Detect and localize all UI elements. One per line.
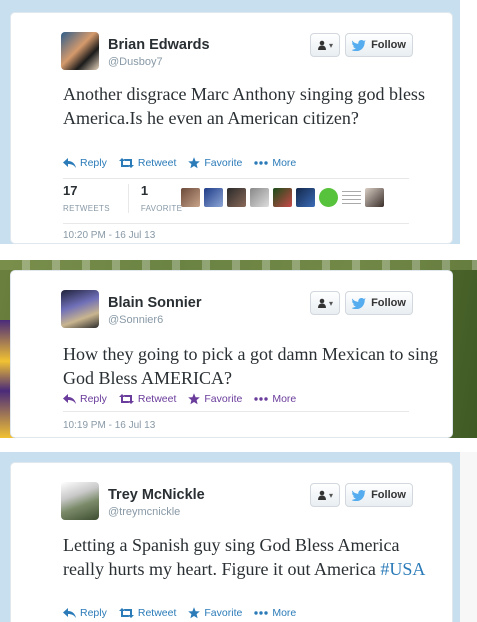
retweeter-avatar[interactable] xyxy=(250,188,269,207)
caret-down-icon: ▾ xyxy=(328,298,333,308)
reply-action[interactable]: Reply xyxy=(63,157,107,169)
retweet-action[interactable]: Retweet xyxy=(118,607,176,619)
user-handle[interactable]: @treymcnickle xyxy=(108,506,180,518)
user-handle[interactable]: @Dusboy7 xyxy=(108,56,163,68)
user-icon xyxy=(317,490,326,500)
retweet-action[interactable]: Retweet xyxy=(118,393,176,405)
user-name[interactable]: Trey McNickle xyxy=(108,487,205,503)
retweet-icon xyxy=(118,394,134,404)
user-icon xyxy=(317,40,326,50)
favorites-count: 1 xyxy=(140,183,149,198)
divider xyxy=(63,411,409,412)
tweet-text: Letting a Spanish guy sing God Bless Ame… xyxy=(63,533,438,581)
user-icon xyxy=(317,298,326,308)
star-icon xyxy=(188,393,201,405)
tweet-card: Blain Sonnier @Sonnier6 ▾ Follow How the… xyxy=(10,270,453,438)
follow-label: Follow xyxy=(371,297,406,309)
reply-arrow-icon xyxy=(63,158,76,168)
retweet-action[interactable]: Retweet xyxy=(118,157,176,169)
reply-arrow-icon xyxy=(63,608,76,618)
favorites-label: FAVORITE xyxy=(140,204,183,213)
star-icon xyxy=(188,607,201,619)
tweet-text-body: Letting a Spanish guy sing God Bless Ame… xyxy=(63,535,400,579)
tweet-card: Trey McNickle @treymcnickle ▾ Follow Let… xyxy=(10,462,453,622)
retweeter-avatar[interactable] xyxy=(273,188,292,207)
retweeter-avatar[interactable] xyxy=(319,188,338,207)
tweet-text: How they going to pick a got damn Mexica… xyxy=(63,344,438,388)
twitter-bird-icon xyxy=(352,297,367,309)
favorite-action[interactable]: Favorite xyxy=(188,157,242,169)
star-icon xyxy=(188,157,201,169)
retweets-count: 17 xyxy=(63,183,78,198)
avatar[interactable] xyxy=(61,32,99,70)
follow-button[interactable]: Follow xyxy=(345,33,413,57)
tweet-timestamp[interactable]: 10:20 PM - 16 Jul 13 xyxy=(63,230,155,241)
caret-down-icon: ▾ xyxy=(328,40,333,50)
retweets-stat[interactable]: 17 RETWEETS xyxy=(63,183,128,214)
divider xyxy=(63,178,409,179)
more-action[interactable]: More xyxy=(254,157,296,169)
user-actions-button[interactable]: ▾ xyxy=(310,33,340,57)
follow-button[interactable]: Follow xyxy=(345,291,413,315)
more-dots-icon xyxy=(254,397,269,401)
divider xyxy=(63,223,409,224)
more-action[interactable]: More xyxy=(254,393,296,405)
user-actions-button[interactable]: ▾ xyxy=(310,291,340,315)
user-name[interactable]: Brian Edwards xyxy=(108,37,210,53)
tweet-stats: 17 RETWEETS 1 FAVORITE xyxy=(63,184,200,213)
user-name[interactable]: Blain Sonnier xyxy=(108,295,201,311)
follow-button[interactable]: Follow xyxy=(345,483,413,507)
retweeter-avatar[interactable] xyxy=(365,188,384,207)
follow-label: Follow xyxy=(371,39,406,51)
hashtag-link[interactable]: #USA xyxy=(380,559,425,579)
tweet-actions: Reply Retweet Favorite More xyxy=(63,607,296,619)
retweet-icon xyxy=(118,608,134,618)
retweeter-avatars xyxy=(181,188,384,207)
retweeter-avatar[interactable] xyxy=(342,188,361,207)
retweet-icon xyxy=(118,158,134,168)
more-action[interactable]: More xyxy=(254,607,296,619)
tweet-card: Brian Edwards @Dusboy7 ▾ Follow Another … xyxy=(10,12,453,244)
tweet-actions: Reply Retweet Favorite More xyxy=(63,157,296,169)
twitter-bird-icon xyxy=(352,489,367,501)
avatar[interactable] xyxy=(61,482,99,520)
twitter-bird-icon xyxy=(352,39,367,51)
tweet-actions: Reply Retweet Favorite More xyxy=(63,393,296,405)
follow-label: Follow xyxy=(371,489,406,501)
retweeter-avatar[interactable] xyxy=(227,188,246,207)
retweeter-avatar[interactable] xyxy=(181,188,200,207)
reply-action[interactable]: Reply xyxy=(63,607,107,619)
reply-action[interactable]: Reply xyxy=(63,393,107,405)
retweeter-avatar[interactable] xyxy=(204,188,223,207)
retweeter-avatar[interactable] xyxy=(296,188,315,207)
user-actions-button[interactable]: ▾ xyxy=(310,483,340,507)
caret-down-icon: ▾ xyxy=(328,490,333,500)
more-dots-icon xyxy=(254,161,269,165)
reply-arrow-icon xyxy=(63,394,76,404)
tweet-text: Another disgrace Marc Anthony singing go… xyxy=(63,84,425,128)
more-dots-icon xyxy=(254,611,269,615)
avatar[interactable] xyxy=(61,290,99,328)
retweets-label: RETWEETS xyxy=(63,204,110,213)
favorite-action[interactable]: Favorite xyxy=(188,393,242,405)
tweet-timestamp[interactable]: 10:19 PM - 16 Jul 13 xyxy=(63,420,155,431)
favorite-action[interactable]: Favorite xyxy=(188,607,242,619)
user-handle[interactable]: @Sonnier6 xyxy=(108,314,163,326)
